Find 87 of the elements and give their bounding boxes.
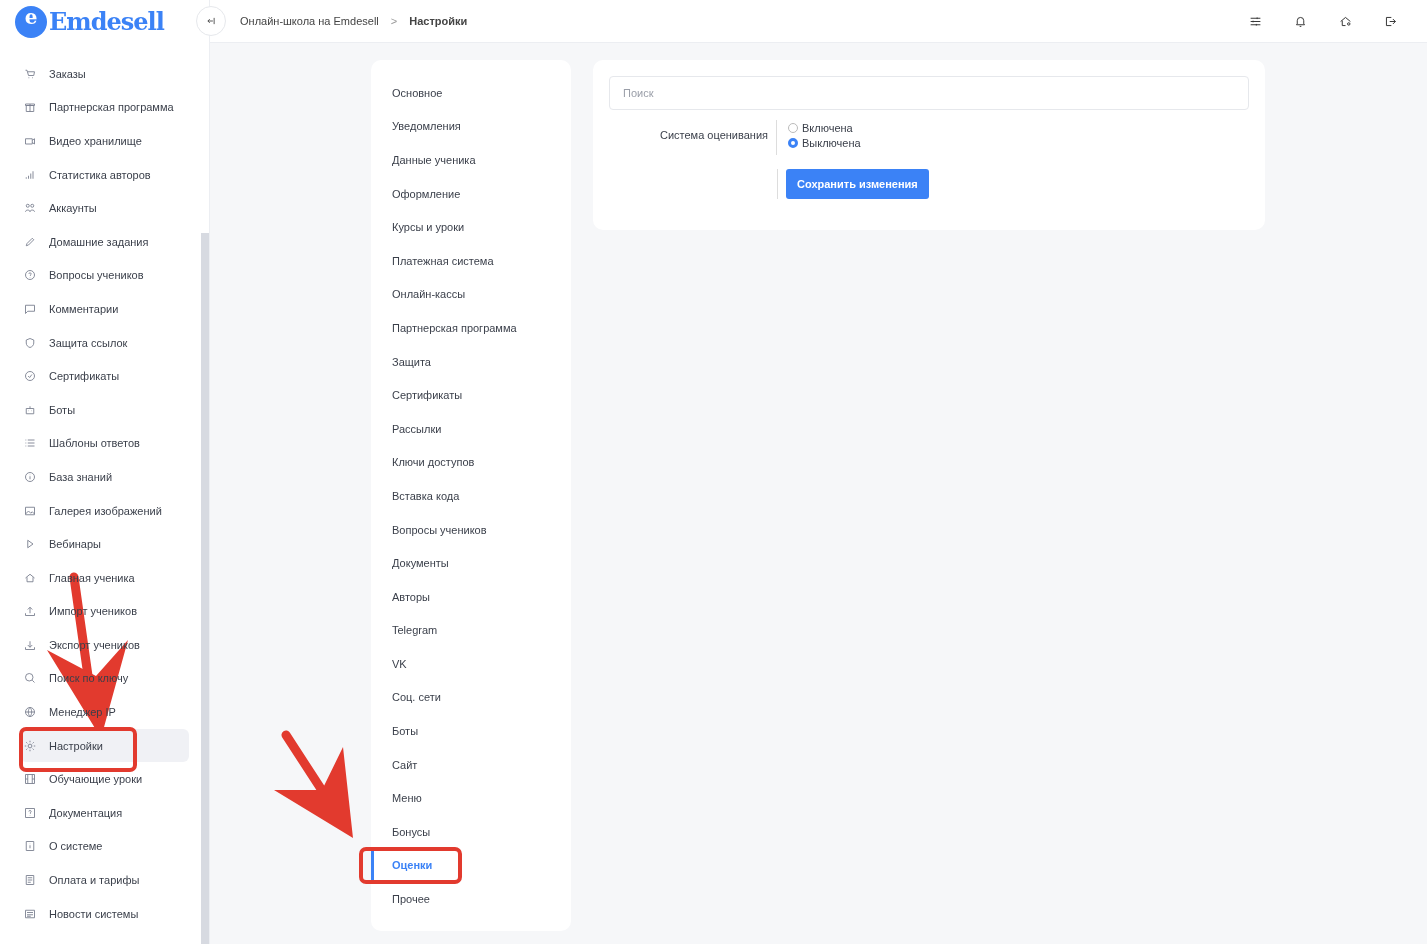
settings-menu-item[interactable]: Оформление xyxy=(371,176,571,211)
pencil-icon xyxy=(24,235,36,248)
cart-icon xyxy=(24,67,36,80)
settings-menu-item[interactable]: Сертификаты xyxy=(371,378,571,412)
shield-icon xyxy=(24,336,36,349)
save-button[interactable]: Сохранить изменения xyxy=(786,169,929,199)
sliders-icon[interactable] xyxy=(1249,14,1262,28)
sidebar-item[interactable]: Аккаунты xyxy=(20,191,189,225)
sidebar-item[interactable]: Партнерская программа xyxy=(20,90,189,125)
sidebar-item[interactable]: Сертификаты xyxy=(20,359,189,393)
settings-menu-item[interactable]: Основное xyxy=(371,76,571,110)
settings-menu-item[interactable]: Вставка кода xyxy=(371,479,571,513)
info-icon xyxy=(24,470,36,483)
home-settings-icon[interactable] xyxy=(1339,14,1352,28)
sidebar-item[interactable]: Шаблоны ответов xyxy=(20,426,189,461)
search-field[interactable]: Поиск xyxy=(609,76,1249,110)
sidebar-item[interactable]: Обучающие уроки xyxy=(20,762,189,797)
bar-chart-icon xyxy=(24,168,36,181)
settings-menu-item[interactable]: Документы xyxy=(371,546,571,580)
radio-button[interactable] xyxy=(788,138,798,148)
settings-menu-item[interactable]: Курсы и уроки xyxy=(371,210,571,244)
sidebar-item[interactable]: Боты xyxy=(20,392,189,427)
settings-menu-item[interactable]: Данные ученика xyxy=(371,143,571,177)
comment-icon xyxy=(24,302,36,315)
settings-menu-item[interactable]: Защита xyxy=(371,344,571,379)
field-label: Система оценивания xyxy=(609,120,777,155)
sidebar-item[interactable]: Вопросы учеников xyxy=(20,258,189,293)
settings-menu-item[interactable]: Уведомления xyxy=(371,109,571,144)
sidebar-item[interactable]: Галерея изображений xyxy=(20,493,189,528)
sidebar-item[interactable]: Новости системы xyxy=(20,896,189,931)
settings-menu-item[interactable]: Прочее xyxy=(371,882,571,916)
video-camera-icon xyxy=(24,135,36,147)
sidebar-item[interactable]: Статистика авторов xyxy=(20,157,189,192)
settings-menu-item[interactable]: Вопросы учеников xyxy=(371,512,571,547)
gift-icon xyxy=(24,101,36,114)
logo-icon: e xyxy=(15,5,47,38)
settings-menu-item[interactable]: Соц. сети xyxy=(371,680,571,715)
settings-menu-item[interactable]: Партнерская программа xyxy=(371,311,571,345)
scrollbar[interactable] xyxy=(201,233,209,944)
settings-menu-item[interactable]: Меню xyxy=(371,781,571,816)
sidebar-item[interactable]: Заказы xyxy=(20,57,189,91)
info-icon xyxy=(24,840,36,853)
settings-menu-item[interactable]: Платежная система xyxy=(371,243,571,278)
sidebar-item[interactable]: Домашние задания xyxy=(20,224,189,259)
search-icon xyxy=(24,672,36,685)
sidebar-item[interactable]: База знаний xyxy=(20,460,189,494)
home-icon xyxy=(24,571,36,584)
sidebar-item[interactable]: Защита ссылок xyxy=(20,325,189,360)
sidebar-item[interactable]: Документация xyxy=(20,796,189,830)
bell-icon[interactable] xyxy=(1294,14,1307,28)
settings-menu-item[interactable]: VK xyxy=(371,647,571,681)
document-icon xyxy=(24,874,36,887)
sidebar-item[interactable]: Комментарии xyxy=(20,292,189,326)
download-icon xyxy=(24,638,36,651)
settings-menu-item[interactable]: Оценки xyxy=(371,848,571,883)
radio-label: Включена xyxy=(802,122,853,134)
settings-menu-item[interactable]: Авторы xyxy=(371,579,571,614)
settings-menu-item[interactable]: Боты xyxy=(371,714,571,748)
sidebar-item[interactable]: Видео хранилище xyxy=(20,124,189,158)
sidebar-item[interactable]: О системе xyxy=(20,829,189,864)
play-icon xyxy=(24,538,36,551)
breadcrumb-current: Настройки xyxy=(409,15,468,27)
logout-icon[interactable] xyxy=(1384,14,1397,28)
globe-icon xyxy=(24,706,36,719)
logo-text: Emdesell xyxy=(49,7,164,36)
upload-icon xyxy=(24,605,36,618)
question-icon xyxy=(24,269,36,282)
settings-menu-item[interactable]: Telegram xyxy=(371,613,571,648)
settings-menu-item[interactable]: Бонусы xyxy=(371,815,571,849)
radio-label: Выключена xyxy=(802,137,861,149)
breadcrumb-link[interactable]: Онлайн-школа на Emdesell xyxy=(240,15,379,27)
robot-icon xyxy=(24,403,36,416)
sidebar-item[interactable]: Вебинары xyxy=(20,527,189,561)
breadcrumb-separator: > xyxy=(390,15,398,27)
settings-menu-item[interactable]: Сайт xyxy=(371,747,571,782)
help-icon xyxy=(24,806,36,819)
users-icon xyxy=(24,202,36,215)
settings-icon xyxy=(24,739,36,752)
badge-check-icon xyxy=(24,370,36,383)
film-icon xyxy=(24,773,36,786)
settings-menu-item[interactable]: Рассылки xyxy=(371,411,571,446)
image-icon xyxy=(24,504,36,517)
sidebar-item[interactable]: Оплата и тарифы xyxy=(20,863,189,897)
settings-menu-item[interactable]: Онлайн-кассы xyxy=(371,277,571,312)
newspaper-icon xyxy=(24,907,36,920)
collapse-icon xyxy=(206,16,216,26)
settings-menu-item[interactable]: Ключи доступов xyxy=(371,445,571,480)
